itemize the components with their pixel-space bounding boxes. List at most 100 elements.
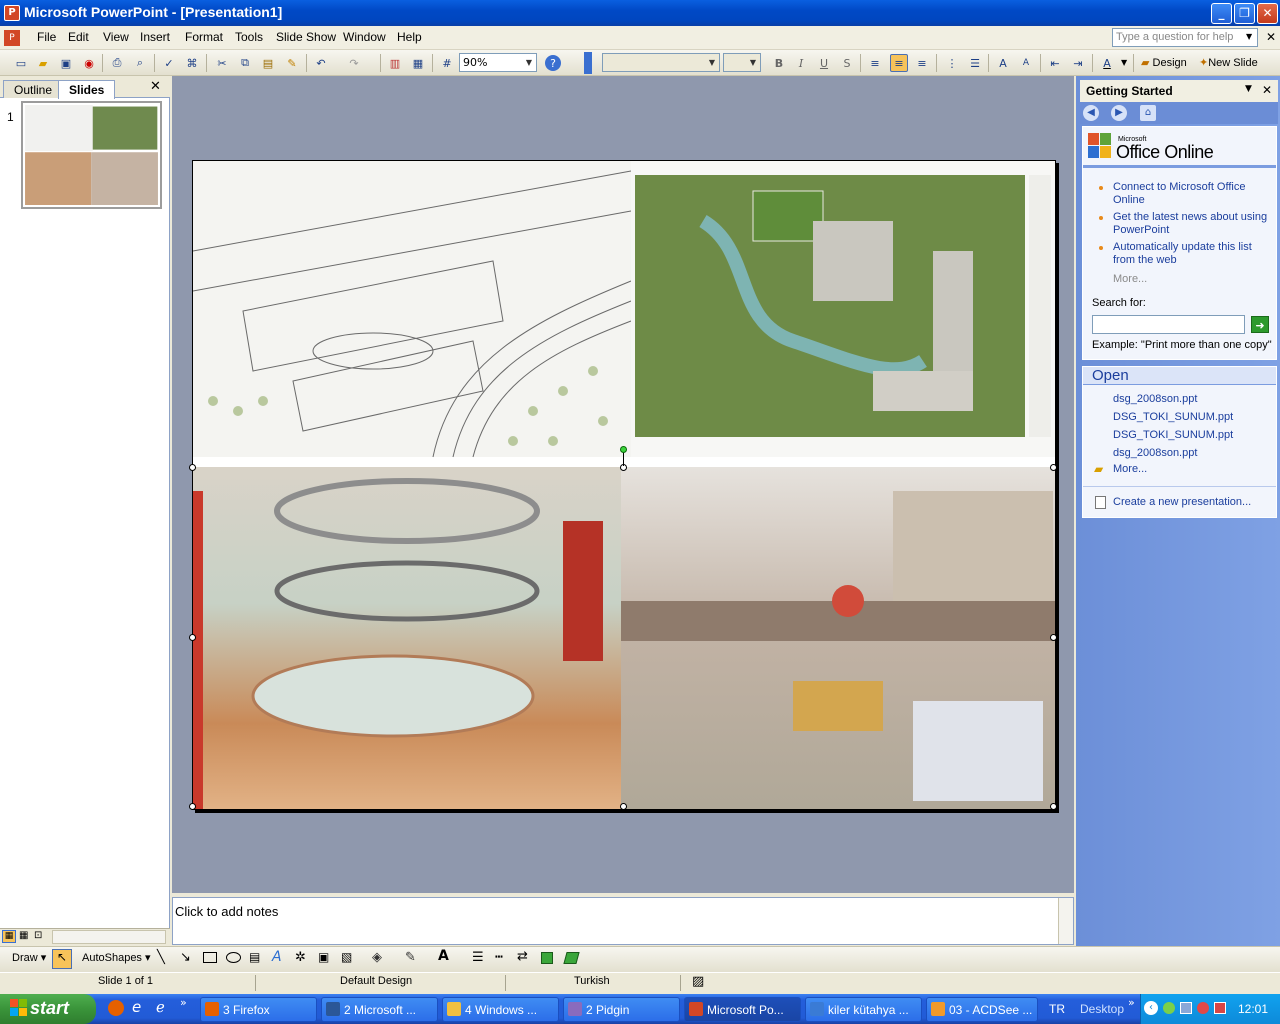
wordart-icon[interactable]: A [272, 949, 282, 965]
diagram-icon[interactable]: ✲ [295, 950, 306, 965]
horizontal-scrollbar[interactable] [52, 930, 166, 944]
close-pane-icon[interactable]: ✕ [150, 79, 161, 94]
task-pane-menu-icon[interactable]: ▼ [1245, 84, 1252, 94]
menu-help[interactable]: Help [397, 30, 422, 44]
restore-button[interactable]: ❐ [1234, 3, 1255, 24]
file-link[interactable]: DSG_TOKI_SUNUM.ppt [1113, 411, 1233, 423]
tab-outline[interactable]: Outline [3, 80, 64, 98]
link-latest-news[interactable]: Get the latest news about using [1113, 211, 1267, 223]
home-icon[interactable]: ⌂ [1140, 105, 1156, 121]
copy-icon[interactable]: ⧉ [236, 54, 254, 72]
chevron-down-icon[interactable]: ▼ [706, 55, 718, 70]
arrow-icon[interactable]: ↘ [180, 950, 191, 965]
dash-style-icon[interactable]: ┅ [495, 950, 503, 965]
task-acdsee[interactable]: 03 - ACDSee ... [926, 997, 1038, 1022]
rectangle-icon[interactable] [203, 952, 217, 963]
normal-view-icon[interactable]: ▦ [2, 930, 16, 943]
menu-window[interactable]: Window [343, 30, 386, 44]
link-connect-online[interactable]: Connect to Microsoft Office [1113, 181, 1245, 193]
increase-indent-icon[interactable]: ⇥ [1069, 54, 1087, 72]
file-link[interactable]: dsg_2008son.ppt [1113, 393, 1197, 405]
search-input[interactable] [1092, 315, 1245, 334]
spelling-icon[interactable]: ✓ [160, 54, 178, 72]
align-right-icon[interactable]: ≡ [913, 54, 931, 72]
redo-icon[interactable]: ↷ [345, 54, 363, 72]
oval-icon[interactable] [226, 952, 241, 963]
numbering-icon[interactable]: ⋮ [943, 54, 961, 72]
line-icon[interactable]: ╲ [157, 950, 165, 965]
minimize-button[interactable]: _ [1211, 3, 1232, 24]
firefox-quicklaunch-icon[interactable] [108, 1000, 124, 1016]
line-style-icon[interactable]: ☰ [472, 950, 484, 965]
slide-sorter-view-icon[interactable]: ▦ [19, 930, 28, 941]
close-button[interactable]: ✕ [1257, 3, 1278, 24]
decrease-font-icon[interactable]: A [1017, 54, 1035, 72]
selection-handle[interactable] [189, 803, 196, 810]
task-powerpoint[interactable]: Microsoft Po... [684, 997, 801, 1022]
arrow-style-icon[interactable]: ⇄ [517, 949, 528, 964]
font-size-combo[interactable]: ▼ [723, 53, 761, 72]
tray-monitor-icon[interactable] [1214, 1002, 1226, 1014]
bold-icon[interactable]: B [770, 54, 788, 72]
task-windows[interactable]: 4 Windows ... [442, 997, 559, 1022]
font-color-icon[interactable]: A [1098, 54, 1116, 72]
increase-font-icon[interactable]: A [994, 54, 1012, 72]
notes-scrollbar[interactable] [1058, 898, 1073, 944]
text-box-icon[interactable]: ▤ [249, 950, 260, 964]
link-latest-news-line2[interactable]: PowerPoint [1113, 224, 1169, 236]
selection-handle[interactable] [1050, 464, 1057, 471]
insert-chart-icon[interactable]: ▥ [386, 54, 404, 72]
ie-quicklaunch-icon[interactable]: e [132, 998, 141, 1016]
chevron-down-icon[interactable]: ▼ [523, 55, 535, 70]
research-icon[interactable]: ⌘ [183, 54, 201, 72]
menu-insert[interactable]: Insert [140, 30, 170, 44]
autoshapes-menu[interactable]: AutoShapes ▾ [82, 951, 151, 964]
tray-app-icon[interactable] [1163, 1002, 1175, 1014]
italic-icon[interactable]: I [792, 54, 810, 72]
insert-table-icon[interactable]: ▦ [409, 54, 427, 72]
undo-icon[interactable]: ↶ [312, 54, 330, 72]
task-firefox[interactable]: 3 Firefox [200, 997, 317, 1022]
fill-color-icon[interactable]: ◈ [372, 950, 382, 965]
powerpoint-app-icon[interactable]: P [4, 5, 20, 21]
rotation-handle[interactable] [620, 446, 627, 453]
help-icon[interactable]: ? [545, 55, 561, 71]
more-files-link[interactable]: More... [1113, 463, 1147, 475]
close-document-icon[interactable]: ✕ [1266, 30, 1276, 44]
align-left-icon[interactable]: ≡ [866, 54, 884, 72]
help-search-input[interactable]: Type a question for help [1112, 28, 1258, 47]
open-icon[interactable]: ▰ [34, 54, 52, 72]
select-objects-icon[interactable]: ↖ [52, 949, 72, 969]
toolbar-more-icon[interactable]: » [1128, 996, 1135, 1009]
forward-icon[interactable]: ▶ [1111, 105, 1127, 121]
create-new-presentation-link[interactable]: Create a new presentation... [1113, 496, 1251, 508]
selection-handle[interactable] [1050, 634, 1057, 641]
slide[interactable] [192, 160, 1056, 810]
menu-edit[interactable]: Edit [68, 30, 89, 44]
new-icon[interactable]: ▭ [12, 54, 30, 72]
design-button[interactable]: ▰ Design [1141, 56, 1187, 69]
selection-handle[interactable] [1050, 803, 1057, 810]
link-connect-online-line2[interactable]: Online [1113, 194, 1145, 206]
quicklaunch-more-icon[interactable]: » [180, 996, 187, 1009]
menu-slide-show[interactable]: Slide Show [276, 30, 336, 44]
draw-menu[interactable]: Draw ▾ [12, 951, 46, 964]
language-indicator[interactable]: TR [1049, 1002, 1065, 1016]
tray-expand-icon[interactable]: ‹ [1144, 1001, 1158, 1015]
new-slide-button[interactable]: ✦New Slide [1199, 56, 1258, 69]
menu-tools[interactable]: Tools [235, 30, 263, 44]
slide-thumbnail[interactable] [21, 101, 162, 209]
task-pidgin[interactable]: 2 Pidgin [563, 997, 680, 1022]
print-preview-icon[interactable]: ⌕ [131, 54, 149, 72]
paste-icon[interactable]: ▤ [259, 54, 277, 72]
save-icon[interactable]: ▣ [57, 54, 75, 72]
file-link[interactable]: DSG_TOKI_SUNUM.ppt [1113, 429, 1233, 441]
notes-pane[interactable]: Click to add notes [172, 897, 1074, 945]
line-color-icon[interactable]: ✎ [405, 950, 416, 965]
show-grid-icon[interactable]: # [438, 54, 456, 72]
decrease-indent-icon[interactable]: ⇤ [1046, 54, 1064, 72]
task-microsoft[interactable]: 2 Microsoft ... [321, 997, 438, 1022]
document-icon[interactable]: P [4, 30, 20, 46]
menu-file[interactable]: File [37, 30, 56, 44]
slide-show-view-icon[interactable]: ⊡ [34, 930, 42, 941]
